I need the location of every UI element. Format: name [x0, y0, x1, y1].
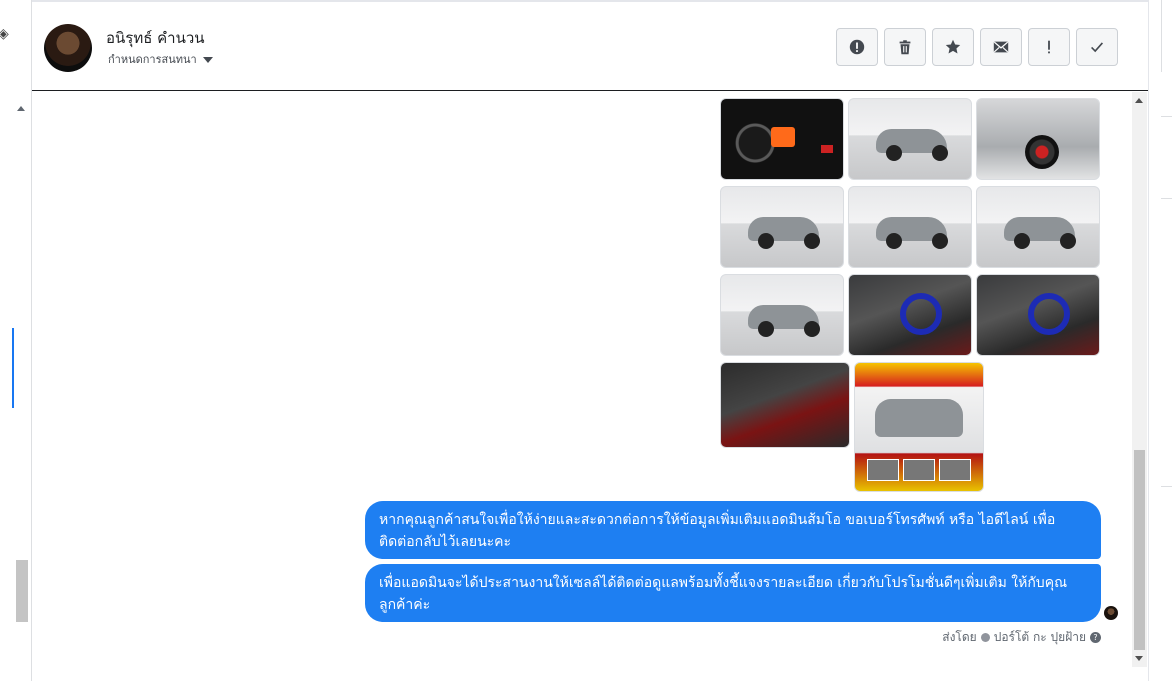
done-button[interactable]: [1076, 28, 1118, 66]
message-bubble[interactable]: เพื่อแอดมินจะได้ประสานงานให้เซลล์ได้ติดต…: [365, 564, 1101, 622]
conversation-scrollbar[interactable]: [1132, 92, 1147, 667]
layers-icon[interactable]: ◈: [0, 26, 9, 42]
mark-unread-button[interactable]: [980, 28, 1022, 66]
sent-by-label: ส่งโดย: [942, 630, 977, 644]
left-sidebar-strip: ◈: [0, 0, 32, 681]
check-icon: [1091, 42, 1104, 53]
photo-dashboard[interactable]: [720, 98, 844, 180]
sidebar-scroll-up-icon[interactable]: [17, 106, 25, 111]
active-conversation-indicator: [12, 328, 14, 408]
trash-icon: [899, 40, 911, 55]
photo-promo-poster[interactable]: [854, 362, 984, 492]
photo-car-rear-quarter[interactable]: [848, 186, 972, 268]
sidebar-scrollbar-thumb[interactable]: [16, 560, 28, 622]
photo-car-rear-left[interactable]: [720, 274, 844, 356]
photo-interior-steering[interactable]: [848, 274, 972, 356]
delete-button[interactable]: [884, 28, 926, 66]
exclamation-icon: [1048, 40, 1050, 54]
photo-car-front[interactable]: [720, 186, 844, 268]
envelope-icon: [993, 41, 1009, 53]
contact-avatar[interactable]: [44, 24, 92, 72]
spam-icon: [849, 39, 865, 55]
photo-car-wheel[interactable]: [976, 98, 1100, 180]
page-badge-icon: [980, 633, 990, 642]
seen-avatar: [1104, 606, 1118, 620]
contact-name[interactable]: อนิรุทธ์ คำนวน: [106, 26, 205, 50]
follow-up-button[interactable]: [1028, 28, 1070, 66]
photo-car-rear[interactable]: [976, 186, 1100, 268]
right-panel-edge: [1148, 0, 1172, 681]
conversation-schedule-dropdown[interactable]: กำหนดการสนทนา: [108, 50, 213, 68]
sender-name[interactable]: ปอร์โต้ กะ ปุยฝ้าย: [994, 628, 1086, 647]
star-button[interactable]: [932, 28, 974, 66]
star-icon: [945, 39, 961, 54]
photo-interior-cockpit[interactable]: [976, 274, 1100, 356]
scrollbar-thumb[interactable]: [1134, 450, 1145, 650]
photo-car-side[interactable]: [848, 98, 972, 180]
help-icon[interactable]: ?: [1090, 632, 1101, 643]
scroll-down-icon[interactable]: [1135, 656, 1143, 661]
header-actions: [836, 28, 1118, 66]
spam-button[interactable]: [836, 28, 878, 66]
chevron-down-icon: [202, 57, 213, 63]
message-bubble[interactable]: หากคุณลูกค้าสนใจเพื่อให้ง่ายและสะดวกต่อก…: [365, 501, 1101, 559]
sent-by-info: ส่งโดย ปอร์โต้ กะ ปุยฝ้าย ?: [942, 628, 1101, 647]
photo-interior-console[interactable]: [720, 362, 850, 448]
conversation-schedule-label: กำหนดการสนทนา: [108, 53, 197, 66]
scroll-up-icon[interactable]: [1135, 98, 1143, 103]
conversation-header: อนิรุทธ์ คำนวน กำหนดการสนทนา: [32, 0, 1148, 91]
